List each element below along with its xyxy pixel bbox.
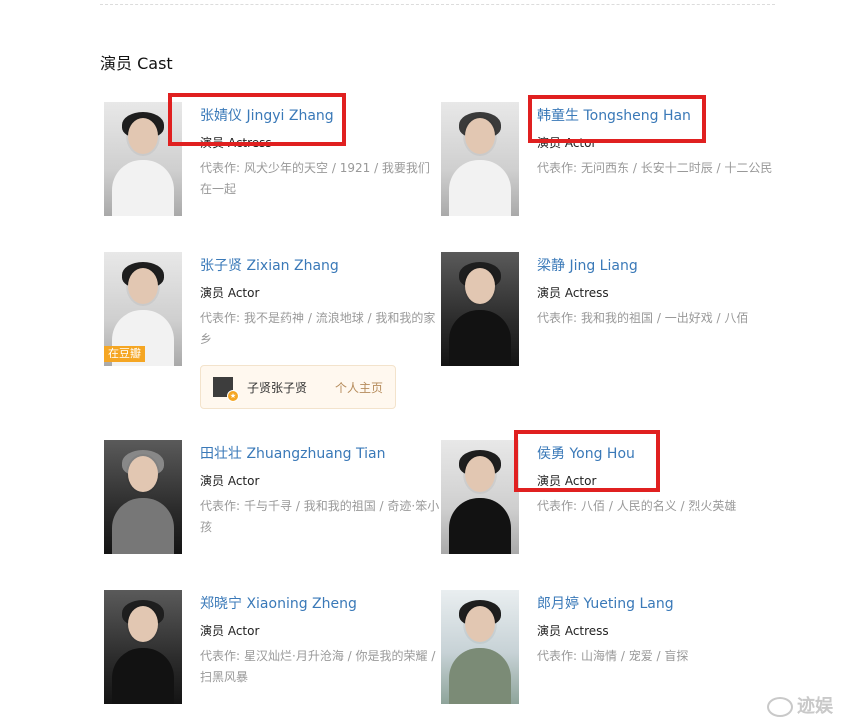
cast-card: 田壮壮 Zhuangzhuang Tian 演员 Actor 代表作: 千与千寻 … (104, 440, 444, 570)
watermark: 迹娱 (767, 692, 833, 718)
works-label: 代表作: (200, 499, 241, 513)
actor-name-link[interactable]: 郑晓宁 Xiaoning Zheng (200, 594, 440, 614)
actor-role: 演员 Actor (200, 286, 260, 300)
personal-homepage-card[interactable]: ★ 子贤张子贤 个人主页 (200, 365, 396, 409)
works-list: 八佰 / 人民的名义 / 烈火英雄 (581, 499, 737, 513)
actor-role: 演员 Actress (537, 624, 609, 638)
actor-role: 演员 Actor (200, 474, 260, 488)
actor-role: 演员 Actress (537, 286, 609, 300)
works-label: 代表作: (537, 499, 578, 513)
works-label: 代表作: (200, 311, 241, 325)
actor-name-link[interactable]: 田壮壮 Zhuangzhuang Tian (200, 444, 440, 464)
works-label: 代表作: (537, 649, 578, 663)
highlight-box (528, 95, 706, 143)
works-label: 代表作: (537, 161, 578, 175)
top-divider (100, 4, 775, 5)
actor-photo[interactable] (104, 440, 182, 554)
actor-name-link[interactable]: 张子贤 Zixian Zhang (200, 256, 440, 276)
actor-photo[interactable] (104, 590, 182, 704)
cast-card: 郎月婷 Yueting Lang 演员 Actress 代表作: 山海情 / 宠爱… (441, 590, 781, 720)
works-label: 代表作: (200, 161, 241, 175)
homepage-name: 子贤张子贤 (247, 381, 308, 395)
verified-badge-icon: ★ (227, 390, 239, 402)
homepage-link[interactable]: 个人主页 (335, 379, 383, 396)
weibo-icon (767, 697, 793, 717)
actor-photo[interactable] (441, 102, 519, 216)
watermark-text: 迹娱 (797, 696, 833, 717)
works-label: 代表作: (200, 649, 241, 663)
actor-photo[interactable] (441, 252, 519, 366)
cast-card: 在豆瓣 张子贤 Zixian Zhang 演员 Actor 代表作: 我不是药神 … (104, 252, 444, 382)
works-list: 无问西东 / 长安十二时辰 / 十二公民 (581, 161, 773, 175)
douban-tag: 在豆瓣 (104, 346, 145, 362)
works-label: 代表作: (537, 311, 578, 325)
actor-photo[interactable] (441, 440, 519, 554)
cast-card: 郑晓宁 Xiaoning Zheng 演员 Actor 代表作: 星汉灿烂·月升沧… (104, 590, 444, 720)
section-title: 演员 Cast (100, 54, 173, 73)
highlight-box (514, 430, 660, 492)
works-list: 我和我的祖国 / 一出好戏 / 八佰 (581, 311, 749, 325)
actor-photo[interactable] (441, 590, 519, 704)
highlight-box (168, 93, 346, 146)
cast-card: 梁静 Jing Liang 演员 Actress 代表作: 我和我的祖国 / 一出… (441, 252, 781, 382)
actor-name-link[interactable]: 梁静 Jing Liang (537, 256, 777, 276)
actor-name-link[interactable]: 郎月婷 Yueting Lang (537, 594, 777, 614)
works-list: 山海情 / 宠爱 / 盲探 (581, 649, 689, 663)
actor-photo[interactable]: 在豆瓣 (104, 252, 182, 366)
actor-role: 演员 Actor (200, 624, 260, 638)
